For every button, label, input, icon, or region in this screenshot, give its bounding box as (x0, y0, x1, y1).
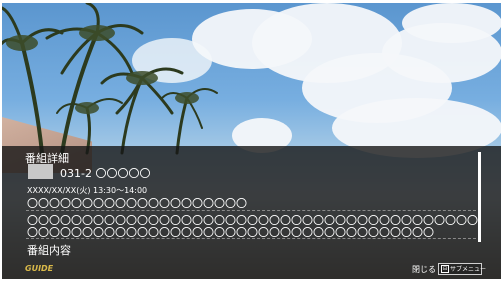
submenu-icon: ⊟ (441, 265, 449, 273)
submenu-button[interactable]: ⊟ サブメニュー (438, 263, 486, 275)
submenu-label: サブメニュー (450, 266, 487, 273)
section-heading: 番組内容 (27, 244, 71, 257)
divider (26, 210, 476, 211)
divider (26, 238, 476, 239)
program-title: 〇〇〇〇〇〇〇〇〇〇〇〇〇〇〇〇〇〇〇〇 (27, 197, 247, 210)
channel-logo (28, 164, 53, 179)
close-button[interactable]: 閉じる (412, 264, 436, 275)
scrollbar[interactable] (478, 152, 481, 242)
channel-number-name: 031-2 〇〇〇〇〇 (60, 167, 151, 180)
guide-logo: GUIDE (25, 264, 54, 273)
